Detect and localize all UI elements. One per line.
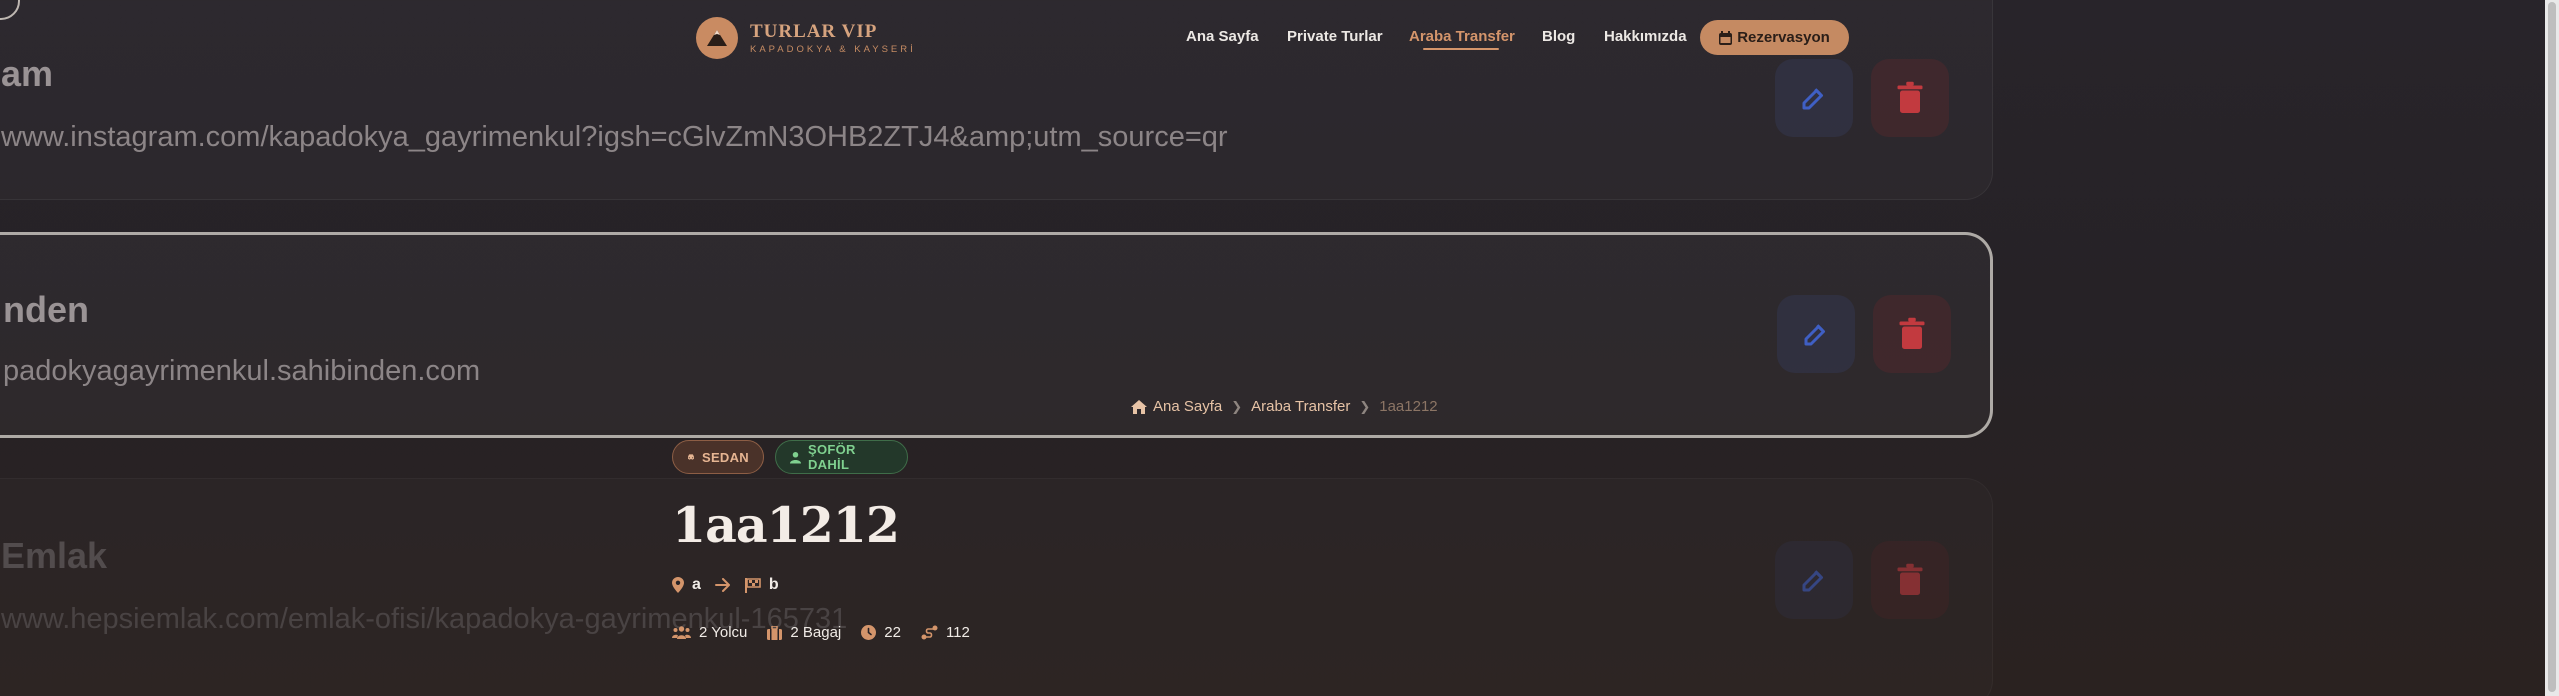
home-icon — [1131, 399, 1147, 414]
nav-home[interactable]: Ana Sayfa — [1186, 28, 1259, 45]
route-from: a — [692, 576, 701, 593]
trash-icon — [1897, 81, 1923, 113]
driver-included-badge: ŞOFÖR DAHİL — [775, 440, 908, 474]
breadcrumb-current: 1aa1212 — [1379, 398, 1438, 415]
delete-button[interactable] — [1871, 59, 1949, 137]
chevron-right-icon: ❯ — [1231, 398, 1243, 414]
users-icon — [672, 626, 691, 639]
driver-included-label: ŞOFÖR DAHİL — [807, 442, 856, 472]
route-icon — [921, 625, 938, 640]
edit-button[interactable] — [1775, 541, 1853, 619]
trash-icon — [1897, 563, 1923, 595]
nav-private-tours[interactable]: Private Turlar — [1287, 28, 1383, 45]
duration-stat: 22 — [861, 624, 901, 641]
distance-value: 112 — [945, 624, 970, 641]
passengers-value: 2 Yolcu — [699, 624, 748, 641]
edit-icon — [1802, 570, 1823, 592]
delete-button[interactable] — [1873, 295, 1951, 373]
reservation-button[interactable]: Rezervasyon — [1700, 20, 1849, 55]
suitcase-icon — [767, 625, 783, 640]
nav-blog[interactable]: Blog — [1542, 28, 1575, 45]
passengers-stat: 2 Yolcu — [672, 624, 747, 641]
flag-checkered-icon — [744, 577, 761, 593]
luggage-value: 2 Bagaj — [790, 624, 842, 641]
reservation-label: Rezervasyon — [1737, 29, 1830, 46]
link-card-hepsiemlak: Emlak www.hepsiemlak.com/emlak-ofisi/kap… — [0, 478, 1993, 696]
user-icon — [790, 451, 801, 463]
car-icon — [688, 454, 694, 460]
luggage-stat: 2 Bagaj — [767, 624, 841, 641]
link-card-url: www.instagram.com/kapadokya_gayrimenkul?… — [1, 121, 1228, 153]
arrow-right-icon — [714, 578, 731, 592]
vehicle-type-badge: SEDAN — [672, 440, 764, 474]
link-card-title: Emlak — [1, 535, 108, 576]
nav-about[interactable]: Hakkımızda — [1604, 28, 1687, 45]
trash-icon — [1899, 317, 1925, 349]
link-card-title: am — [1, 53, 54, 94]
route-to: b — [768, 576, 779, 593]
calendar-icon — [1719, 30, 1733, 45]
clock-icon — [861, 625, 877, 640]
chevron-right-icon: ❯ — [1359, 398, 1371, 414]
page-scrollbar[interactable] — [2545, 0, 2559, 696]
link-card-title: nden — [3, 289, 89, 330]
main-nav: Ana Sayfa Private Turlar Araba Transfer … — [0, 20, 2559, 54]
breadcrumb-home[interactable]: Ana Sayfa — [1153, 398, 1222, 415]
vehicle-type-label: SEDAN — [701, 449, 749, 465]
listing-stats: 2 Yolcu 2 Bagaj 22 112 — [672, 624, 990, 641]
route: a b — [672, 576, 779, 594]
edit-button[interactable] — [1777, 295, 1855, 373]
delete-button[interactable] — [1871, 541, 1949, 619]
page-title: 1aa1212 — [672, 496, 900, 554]
nav-car-transfer[interactable]: Araba Transfer — [1409, 28, 1515, 50]
breadcrumb: Ana Sayfa ❯ Araba Transfer ❯ 1aa1212 — [1130, 398, 1438, 415]
duration-value: 22 — [884, 624, 901, 641]
distance-stat: 112 — [921, 624, 970, 641]
link-card-sahibinden: nden padokyagayrimenkul.sahibinden.com — [0, 232, 1993, 438]
link-card-url: padokyagayrimenkul.sahibinden.com — [3, 355, 481, 387]
edit-icon — [1802, 88, 1823, 110]
scrollbar-thumb[interactable] — [2548, 2, 2556, 692]
map-pin-icon — [672, 577, 684, 593]
breadcrumb-section[interactable]: Araba Transfer — [1251, 398, 1350, 415]
edit-icon — [1804, 324, 1825, 346]
edit-button[interactable] — [1775, 59, 1853, 137]
